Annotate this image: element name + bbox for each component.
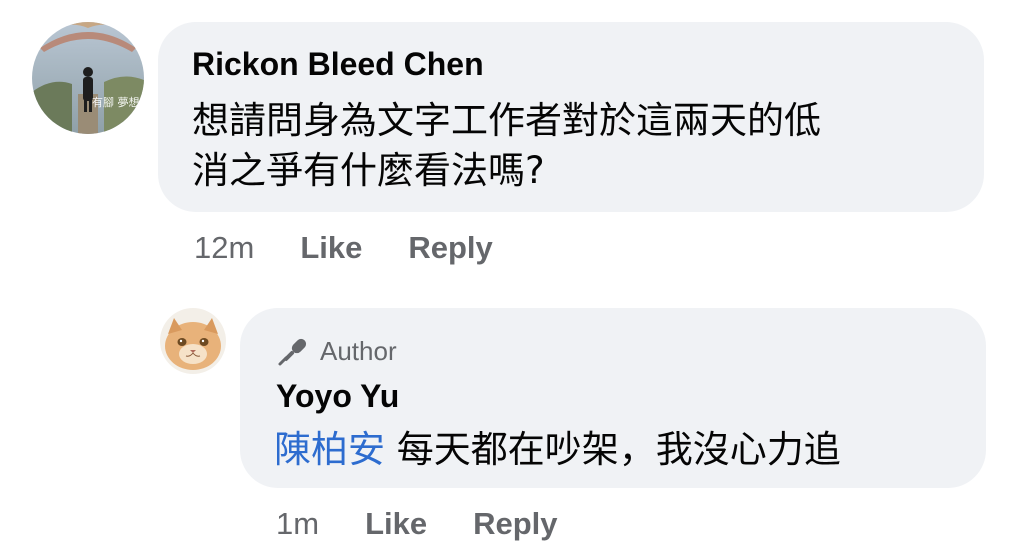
reply-author-name[interactable]: Yoyo Yu bbox=[276, 380, 399, 412]
reply-timestamp[interactable]: 1m bbox=[276, 506, 319, 542]
comment-bubble: Rickon Bleed Chen 想請問身為文字工作者對於這兩天的低 消之爭有… bbox=[158, 22, 984, 212]
author-badge-label: Author bbox=[320, 335, 397, 366]
reply-author-avatar[interactable] bbox=[160, 308, 226, 374]
comment-thread: 有腳 夢想 Rickon Bleed Chen 想請問身為文字工作者對於這兩天的… bbox=[0, 0, 1024, 551]
reply-text: 陳柏安 每天都在吵架，我沒心力追 bbox=[274, 424, 841, 476]
reply-bubble: Author Yoyo Yu 陳柏安 每天都在吵架，我沒心力追 bbox=[240, 308, 986, 488]
author-badge: Author bbox=[276, 334, 397, 368]
comment-timestamp[interactable]: 12m bbox=[194, 230, 254, 266]
microphone-icon bbox=[276, 334, 312, 368]
comment-text-line: 消之爭有什麼看法嗎? bbox=[192, 149, 545, 192]
comment-text-line: 想請問身為文字工作者對於這兩天的低 bbox=[192, 99, 821, 142]
like-button[interactable]: Like bbox=[365, 506, 427, 542]
like-button[interactable]: Like bbox=[300, 230, 362, 266]
comment-actions: 12m Like Reply bbox=[194, 228, 493, 268]
reply-actions: 1m Like Reply bbox=[276, 504, 558, 544]
reply-text-body: 每天都在吵架，我沒心力追 bbox=[385, 428, 841, 471]
reply-button[interactable]: Reply bbox=[473, 506, 557, 542]
reply-button[interactable]: Reply bbox=[408, 230, 492, 266]
commenter-avatar[interactable]: 有腳 夢想 bbox=[32, 22, 144, 134]
mention-link[interactable]: 陳柏安 bbox=[274, 428, 385, 471]
comment-author-name[interactable]: Rickon Bleed Chen bbox=[192, 48, 484, 80]
avatar-caption: 有腳 夢想 bbox=[92, 95, 140, 109]
